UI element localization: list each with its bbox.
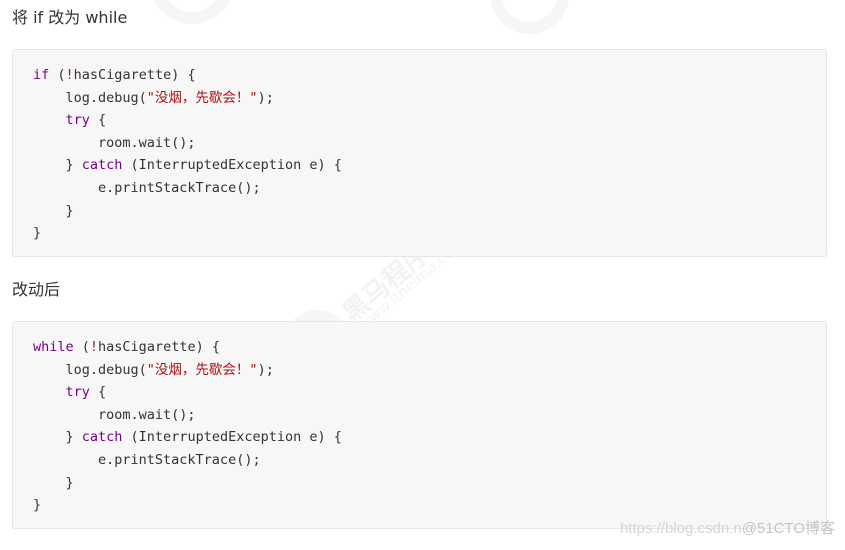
- code-line: log.debug("没烟，先歇会！");: [33, 87, 806, 110]
- code-token: }: [33, 202, 74, 219]
- code-token: );: [257, 361, 274, 378]
- code-line: try {: [33, 109, 806, 132]
- footer-url: https://blog.csdn.n: [619, 520, 742, 537]
- footer-brand: @51CTO博客: [741, 520, 835, 537]
- code-token: }: [33, 225, 42, 242]
- code-token: e.printStackTrace();: [33, 179, 261, 196]
- code-token: hasCigarette) {: [98, 339, 220, 355]
- code-line: }: [33, 494, 806, 517]
- code-line: room.wait();: [33, 404, 806, 427]
- code-token: {: [89, 112, 107, 129]
- code-string: "没烟，先歇会！": [146, 89, 258, 106]
- watermark-logo-top: [150, 0, 234, 24]
- code-string: "没烟，先歇会！": [146, 361, 258, 378]
- code-token: (: [73, 339, 90, 355]
- code-line: }: [33, 472, 806, 495]
- code-token: room.wait();: [33, 406, 196, 423]
- code-line: room.wait();: [33, 132, 806, 155]
- code-token: }: [33, 497, 42, 514]
- code-keyword: while: [33, 339, 74, 355]
- code-token: (InterruptedException e) {: [122, 157, 342, 174]
- code-token: (: [49, 67, 66, 83]
- code-keyword: try: [65, 112, 90, 129]
- code-line: log.debug("没烟，先歇会！");: [33, 359, 806, 382]
- code-token: !: [65, 67, 74, 83]
- code-line: } catch (InterruptedException e) {: [33, 426, 806, 449]
- code-block-before: if (!hasCigarette) { log.debug("没烟，先歇会！"…: [12, 49, 827, 257]
- section-heading-after: 改动后: [12, 280, 61, 299]
- code-line: e.printStackTrace();: [33, 449, 806, 472]
- code-block-after: while (!hasCigarette) { log.debug("没烟，先歇…: [12, 321, 827, 529]
- code-line: } catch (InterruptedException e) {: [33, 154, 806, 177]
- section-heading-before: 将 if 改为 while: [12, 8, 128, 27]
- code-token: }: [33, 157, 82, 174]
- footer-watermark: https://blog.csdn.n@51CTO博客: [620, 517, 835, 538]
- code-keyword: if: [33, 67, 50, 83]
- code-token: e.printStackTrace();: [33, 451, 261, 468]
- watermark-logo-top-right: [490, 0, 569, 34]
- code-line: e.printStackTrace();: [33, 177, 806, 200]
- code-token: room.wait();: [33, 134, 196, 151]
- code-token: !: [89, 339, 99, 355]
- code-keyword: catch: [81, 429, 123, 446]
- code-token: log.debug(: [33, 89, 147, 106]
- code-line: while (!hasCigarette) {: [33, 336, 806, 359]
- code-token: hasCigarette) {: [73, 67, 196, 83]
- code-token: (InterruptedException e) {: [122, 429, 342, 446]
- code-token: }: [33, 474, 74, 491]
- code-token: );: [257, 89, 274, 106]
- code-line: }: [33, 222, 806, 245]
- code-token: }: [33, 429, 82, 446]
- code-token: log.debug(: [33, 361, 147, 378]
- code-keyword: catch: [81, 157, 123, 174]
- code-token: {: [89, 384, 107, 401]
- code-line: }: [33, 200, 806, 223]
- code-line: try {: [33, 381, 806, 404]
- code-line: if (!hasCigarette) {: [33, 64, 806, 87]
- code-keyword: try: [65, 384, 90, 401]
